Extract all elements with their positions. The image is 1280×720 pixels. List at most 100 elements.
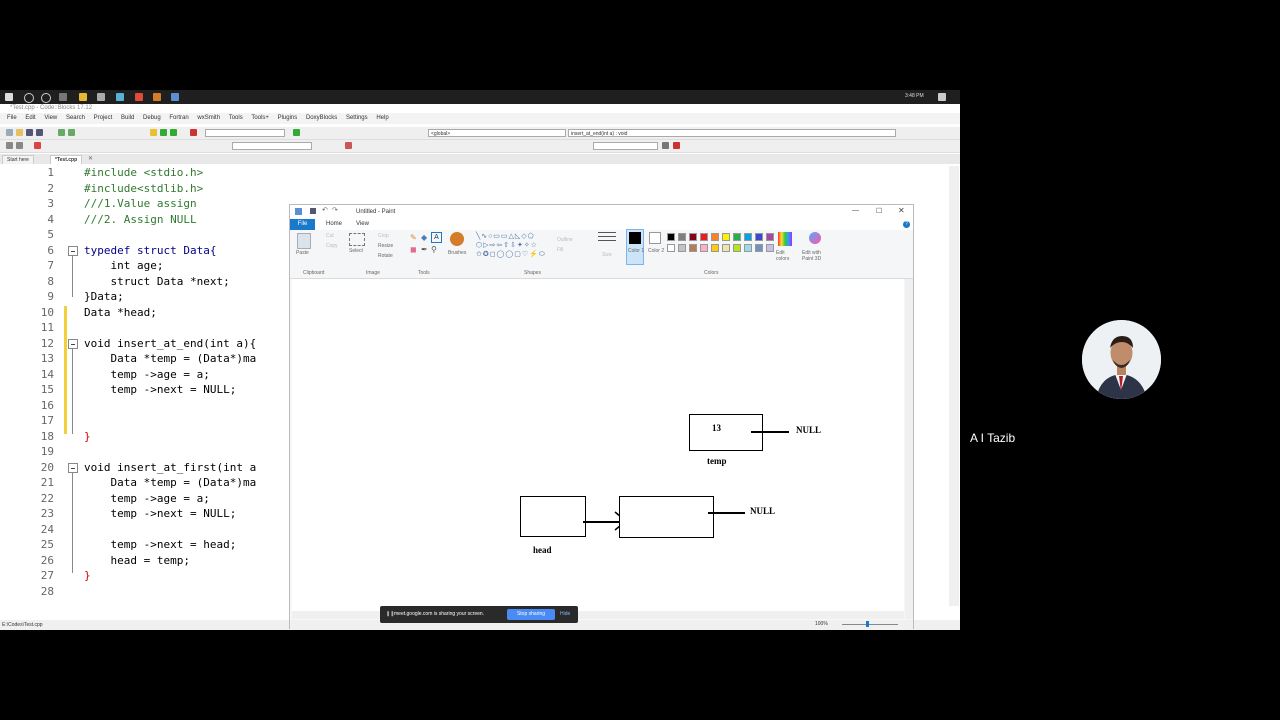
palette-swatch[interactable] bbox=[700, 244, 708, 252]
tab-view[interactable]: View bbox=[356, 221, 369, 227]
menu-wxsmith[interactable]: wxSmith bbox=[197, 113, 220, 124]
palette-swatch[interactable] bbox=[678, 244, 686, 252]
pencil-icon[interactable]: ✎ bbox=[410, 233, 417, 242]
canvas-vertical-scrollbar[interactable] bbox=[905, 279, 913, 619]
fold-toggle[interactable] bbox=[68, 246, 78, 256]
find-combo[interactable] bbox=[593, 142, 658, 150]
editor-vertical-scrollbar[interactable] bbox=[949, 166, 959, 606]
zoom-slider[interactable] bbox=[842, 624, 898, 625]
maximize-icon[interactable]: ☐ bbox=[876, 207, 882, 215]
palette-swatch[interactable] bbox=[755, 244, 763, 252]
paint-canvas[interactable]: 13 NULL temp NULL head bbox=[292, 279, 904, 619]
palette-swatch[interactable] bbox=[755, 233, 763, 241]
task-view-icon[interactable] bbox=[59, 93, 67, 101]
palette-swatch[interactable] bbox=[678, 233, 686, 241]
menu-build[interactable]: Build bbox=[121, 113, 134, 124]
menu-view[interactable]: View bbox=[44, 113, 57, 124]
stop-sharing-button[interactable]: Stop sharing bbox=[507, 609, 555, 620]
build-icon[interactable] bbox=[150, 129, 157, 136]
build-run-icon[interactable] bbox=[170, 129, 177, 136]
menu-project[interactable]: Project bbox=[94, 113, 113, 124]
color-picker-icon[interactable]: ✒ bbox=[421, 245, 428, 254]
fill-icon[interactable]: ◆ bbox=[421, 233, 427, 242]
palette-swatch[interactable] bbox=[667, 233, 675, 241]
bookmark-icon[interactable] bbox=[34, 142, 41, 149]
crop-button[interactable]: Crop bbox=[378, 233, 389, 239]
notifications-icon[interactable] bbox=[938, 93, 946, 101]
build-target-combo[interactable] bbox=[205, 129, 285, 137]
menu-debug[interactable]: Debug bbox=[143, 113, 161, 124]
debug-icon[interactable] bbox=[293, 129, 300, 136]
save-all-icon[interactable] bbox=[36, 129, 43, 136]
fold-toggle[interactable] bbox=[68, 339, 78, 349]
palette-swatch[interactable] bbox=[766, 244, 774, 252]
new-file-icon[interactable] bbox=[6, 129, 13, 136]
menu-edit[interactable]: Edit bbox=[25, 113, 35, 124]
magnifier-icon[interactable]: ⚲ bbox=[431, 245, 437, 254]
tab-file[interactable]: File bbox=[290, 219, 315, 230]
menu-search[interactable]: Search bbox=[66, 113, 85, 124]
paint3d-icon[interactable] bbox=[809, 232, 821, 244]
menu-settings[interactable]: Settings bbox=[346, 113, 368, 124]
menu-plugins[interactable]: Plugins bbox=[278, 113, 298, 124]
fold-toggle[interactable] bbox=[68, 463, 78, 473]
outline-button[interactable]: Outline bbox=[557, 237, 573, 243]
highlight-icon[interactable] bbox=[345, 142, 352, 149]
color2-label[interactable]: Color 2 bbox=[648, 248, 664, 254]
paint-icon[interactable] bbox=[171, 93, 179, 101]
paste-icon[interactable] bbox=[297, 233, 311, 249]
minimize-icon[interactable]: — bbox=[852, 207, 859, 214]
close-icon[interactable]: ✕ bbox=[898, 206, 905, 215]
menu-help[interactable]: Help bbox=[376, 113, 388, 124]
menu-file[interactable]: File bbox=[7, 113, 17, 124]
hide-button[interactable]: Hide bbox=[560, 609, 576, 620]
search-icon[interactable] bbox=[24, 93, 34, 103]
palette-swatch[interactable] bbox=[766, 233, 774, 241]
tab-start-here[interactable]: Start here bbox=[2, 155, 34, 164]
palette-swatch[interactable] bbox=[733, 244, 741, 252]
find-icon[interactable] bbox=[662, 142, 669, 149]
brushes-button[interactable]: Brushes bbox=[448, 250, 466, 256]
app-icon[interactable] bbox=[116, 93, 124, 101]
resize-button[interactable]: Resize bbox=[378, 243, 393, 249]
codeblocks-icon[interactable] bbox=[153, 93, 161, 101]
palette-swatch[interactable] bbox=[744, 233, 752, 241]
paste-label[interactable]: Paste bbox=[296, 250, 309, 256]
text-icon[interactable]: A bbox=[431, 232, 442, 243]
select-button[interactable]: Select bbox=[349, 248, 363, 254]
edit-paint3d-button[interactable]: Edit with Paint 3D bbox=[802, 250, 830, 262]
file-explorer-icon[interactable] bbox=[79, 93, 87, 101]
menu-tools-plus[interactable]: Tools+ bbox=[251, 113, 269, 124]
zoom-slider-thumb[interactable] bbox=[866, 621, 869, 627]
select-icon[interactable] bbox=[349, 233, 365, 246]
palette-swatch[interactable] bbox=[700, 233, 708, 241]
menu-fortran[interactable]: Fortran bbox=[169, 113, 188, 124]
chrome-icon[interactable] bbox=[135, 93, 143, 101]
undo-icon[interactable]: ↶ bbox=[322, 206, 328, 214]
palette-swatch[interactable] bbox=[733, 233, 741, 241]
brushes-icon[interactable] bbox=[450, 232, 464, 246]
undo-icon[interactable] bbox=[58, 129, 65, 136]
size-icon[interactable] bbox=[598, 232, 616, 244]
cortana-icon[interactable] bbox=[41, 93, 51, 103]
rotate-button[interactable]: Rotate bbox=[378, 253, 393, 259]
open-file-icon[interactable] bbox=[16, 129, 23, 136]
edit-colors-icon[interactable] bbox=[778, 232, 792, 246]
scope-combo[interactable]: <global> bbox=[428, 129, 566, 137]
palette-swatch[interactable] bbox=[711, 244, 719, 252]
close-tab-icon[interactable]: ✕ bbox=[88, 155, 93, 162]
save-icon[interactable] bbox=[310, 208, 316, 214]
tab-home[interactable]: Home bbox=[326, 221, 342, 227]
copy-button[interactable]: Copy bbox=[326, 243, 338, 249]
eraser-icon[interactable]: ◼ bbox=[410, 245, 417, 254]
start-icon[interactable] bbox=[5, 93, 13, 101]
help-icon[interactable]: ? bbox=[903, 221, 910, 228]
palette-swatch[interactable] bbox=[711, 233, 719, 241]
redo-icon[interactable]: ↷ bbox=[332, 206, 338, 214]
run-icon[interactable] bbox=[160, 129, 167, 136]
abort-icon[interactable] bbox=[190, 129, 197, 136]
forward-icon[interactable] bbox=[16, 142, 23, 149]
save-icon[interactable] bbox=[26, 129, 33, 136]
edit-colors-button[interactable]: Edit colors bbox=[776, 250, 798, 262]
palette-swatch[interactable] bbox=[722, 233, 730, 241]
